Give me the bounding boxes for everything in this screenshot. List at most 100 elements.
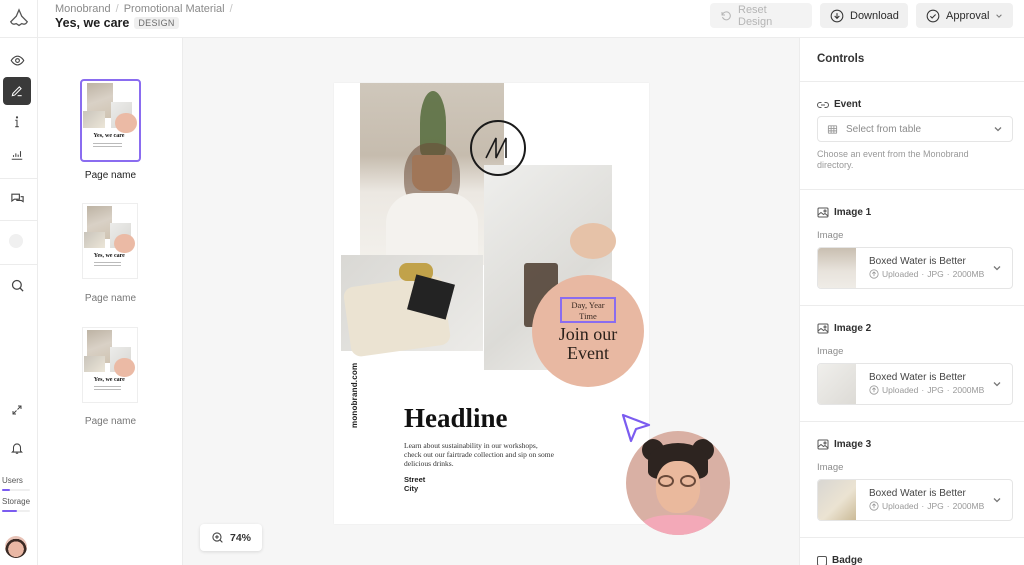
- poster[interactable]: Day, Year Time Join our Event monobrand.…: [334, 83, 649, 524]
- users-meter: [2, 489, 30, 491]
- reset-icon: [721, 10, 731, 20]
- page-name: Page name: [84, 170, 137, 181]
- download-icon: [830, 9, 844, 22]
- poster-headline[interactable]: Headline: [404, 403, 508, 434]
- chevron-down-icon: [996, 13, 1003, 18]
- image-1-sublabel: Image: [817, 230, 844, 241]
- monobrand-m-icon: [485, 137, 507, 159]
- event-select[interactable]: Select from table: [817, 116, 1013, 142]
- meta-separator: ·: [921, 385, 925, 395]
- storage-meter-fill: [2, 510, 18, 512]
- zoom-control[interactable]: 74%: [200, 524, 262, 551]
- thumb-image: [84, 232, 105, 249]
- poster-body[interactable]: Learn about sustainability in our worksh…: [404, 441, 554, 468]
- page-name: Page name: [84, 293, 137, 304]
- badge-toggle[interactable]: Badge: [817, 555, 863, 565]
- thumb-title: Yes, we care: [93, 376, 125, 383]
- zoom-in-icon: [212, 532, 223, 543]
- file-size: 2000MB: [952, 269, 985, 279]
- image-icon: [817, 439, 829, 450]
- poster-image-1[interactable]: [360, 83, 504, 265]
- file-size: 2000MB: [952, 501, 985, 511]
- pages-panel: Yes, we care Page name Yes, we care Page…: [38, 38, 183, 565]
- event-badge[interactable]: Day, Year Time Join our Event: [532, 275, 644, 387]
- thumb-circle: [114, 357, 135, 377]
- badge-checkbox[interactable]: [817, 555, 827, 565]
- image-1-name: Boxed Water is Better: [869, 256, 966, 267]
- comments-icon: [10, 193, 24, 203]
- page-thumbnail[interactable]: Yes, we care: [80, 79, 141, 162]
- logo-icon: [9, 8, 28, 27]
- controls-panel: Controls Event Select from table Choose …: [799, 38, 1024, 565]
- design-editor: Monobrand / Promotional Material / Yes, we …: [0, 0, 1024, 565]
- page-thumbnail[interactable]: Yes, we care: [82, 203, 138, 279]
- poster-image-3[interactable]: [341, 255, 483, 358]
- image-2-select[interactable]: Boxed Water is Better Uploaded · JPG · 2000M…: [817, 363, 1013, 405]
- image-1-label-text: Image 1: [834, 207, 872, 218]
- brand-logo[interactable]: [470, 120, 526, 176]
- bell-icon: [11, 443, 23, 454]
- image-2-sublabel: Image: [817, 346, 844, 357]
- date-field[interactable]: Day, Year Time: [560, 297, 616, 323]
- face: [656, 461, 700, 513]
- app-logo[interactable]: [0, 0, 38, 38]
- comments-button[interactable]: [3, 184, 31, 212]
- search-button[interactable]: [3, 271, 31, 299]
- thumb-line: [93, 385, 121, 387]
- event-help-text: Choose an event from the Monobrand direc…: [817, 149, 969, 170]
- thumb-line: [93, 142, 122, 144]
- street-text: Street: [404, 475, 426, 484]
- zoom-level: 74%: [229, 531, 251, 544]
- approval-label: Approval: [946, 9, 990, 22]
- info-button[interactable]: [3, 108, 31, 136]
- rail-divider: [0, 264, 37, 265]
- meta-separator: ·: [921, 269, 925, 279]
- table-icon: [827, 124, 838, 134]
- breadcrumb-item[interactable]: Monobrand: [55, 3, 111, 15]
- date-text: Day, Year: [571, 300, 605, 310]
- users-meter-fill: [2, 489, 11, 491]
- image-2-label: Image 2: [817, 323, 871, 334]
- storage-meter: [2, 510, 30, 512]
- image-1-select[interactable]: Boxed Water is Better Uploaded · JPG · 2000M…: [817, 247, 1013, 289]
- thumb-title: Yes, we care: [93, 252, 125, 259]
- badge-label: Badge: [832, 555, 863, 565]
- controls-title: Controls: [817, 53, 865, 65]
- image-1-thumbnail: [818, 248, 856, 288]
- collaborator-avatar: [626, 431, 730, 535]
- thumb-line: [93, 261, 121, 263]
- reset-design-button[interactable]: Reset Design: [710, 3, 812, 28]
- meta-separator: ·: [946, 385, 950, 395]
- thumb-image: [84, 356, 105, 373]
- image-icon: [817, 207, 829, 218]
- shirt: [640, 515, 716, 535]
- upload-status: Uploaded: [882, 501, 919, 511]
- breadcrumb-item[interactable]: Promotional Material: [124, 3, 225, 15]
- approval-button[interactable]: Approval: [916, 3, 1013, 28]
- image-3-meta: Uploaded · JPG · 2000MB: [869, 501, 984, 511]
- page-thumbnail[interactable]: Yes, we care: [82, 327, 138, 403]
- rail-divider: [0, 220, 37, 221]
- chevron-down-icon: [993, 266, 1001, 271]
- upload-status: Uploaded: [882, 385, 919, 395]
- page-name: Page name: [84, 416, 137, 427]
- image-3-section: Image 3 Image Boxed Water is Better Uplo…: [800, 421, 1024, 537]
- file-size: 2000MB: [952, 385, 985, 395]
- page-title: Yes, we care DESIGN: [55, 16, 179, 30]
- analytics-button[interactable]: [3, 140, 31, 168]
- edit-button[interactable]: [3, 77, 31, 105]
- notifications-button[interactable]: [3, 434, 31, 462]
- user-avatar[interactable]: [5, 536, 27, 558]
- image-2-section: Image 2 Image Boxed Water is Better Uplo…: [800, 305, 1024, 421]
- chevron-down-icon: [994, 127, 1002, 132]
- expand-button[interactable]: [3, 396, 31, 424]
- image-3-select[interactable]: Boxed Water is Better Uploaded · JPG · 2000M…: [817, 479, 1013, 521]
- poster-address[interactable]: Street City: [404, 475, 425, 493]
- download-button[interactable]: Download: [820, 3, 908, 28]
- upload-icon: [869, 269, 879, 279]
- thumb-line: [93, 145, 122, 147]
- design-badge: DESIGN: [134, 17, 179, 29]
- preview-button[interactable]: [3, 46, 31, 74]
- image-2-thumbnail: [818, 364, 856, 404]
- search-icon: [11, 279, 24, 292]
